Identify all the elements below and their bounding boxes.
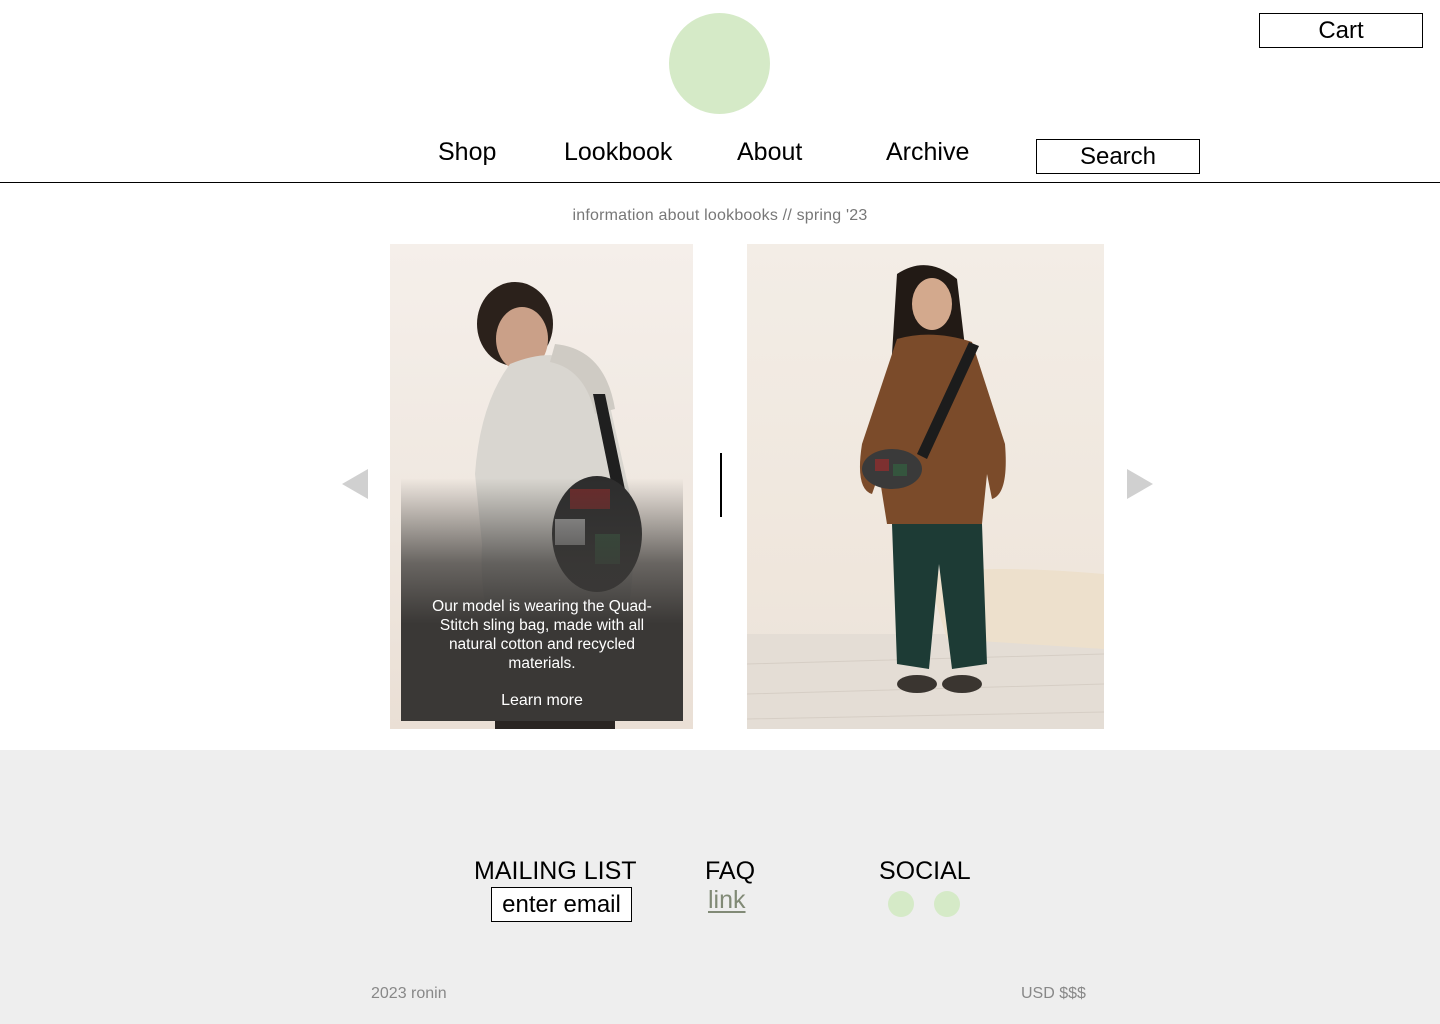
overlay-description: Our model is wearing the Quad-Stitch sli… — [432, 598, 652, 672]
triangle-left-icon[interactable] — [342, 469, 368, 499]
product-overlay: Our model is wearing the Quad-Stitch sli… — [401, 478, 683, 721]
faq-link[interactable]: link — [708, 886, 746, 915]
social-heading: SOCIAL — [879, 857, 971, 885]
currency-selector[interactable]: USD $$$ — [1021, 985, 1086, 1003]
logo[interactable] — [669, 13, 770, 114]
nav-archive[interactable]: Archive — [886, 138, 969, 167]
copyright: 2023 ronin — [371, 985, 447, 1002]
learn-more-link[interactable]: Learn more — [401, 692, 683, 710]
search-input[interactable] — [1036, 139, 1200, 174]
header-divider — [0, 182, 1440, 183]
nav-shop[interactable]: Shop — [438, 138, 496, 167]
cart-button[interactable]: Cart — [1259, 13, 1423, 48]
lookbook-photo-2 — [747, 244, 1104, 729]
email-input[interactable] — [491, 887, 632, 922]
social-icon[interactable] — [934, 891, 960, 917]
social-icon[interactable] — [888, 891, 914, 917]
mailing-list-heading: MAILING LIST — [474, 857, 637, 885]
nav-about[interactable]: About — [737, 138, 802, 167]
nav-lookbook[interactable]: Lookbook — [564, 138, 672, 167]
triangle-right-icon[interactable] — [1127, 469, 1153, 499]
footer: MAILING LIST FAQ link SOCIAL 2023 ronin … — [0, 750, 1440, 1024]
faq-heading: FAQ — [705, 857, 756, 885]
lookbook-info: information about lookbooks // spring '2… — [572, 207, 868, 224]
model-2-illustration — [747, 265, 1104, 729]
photo-divider — [720, 453, 722, 517]
